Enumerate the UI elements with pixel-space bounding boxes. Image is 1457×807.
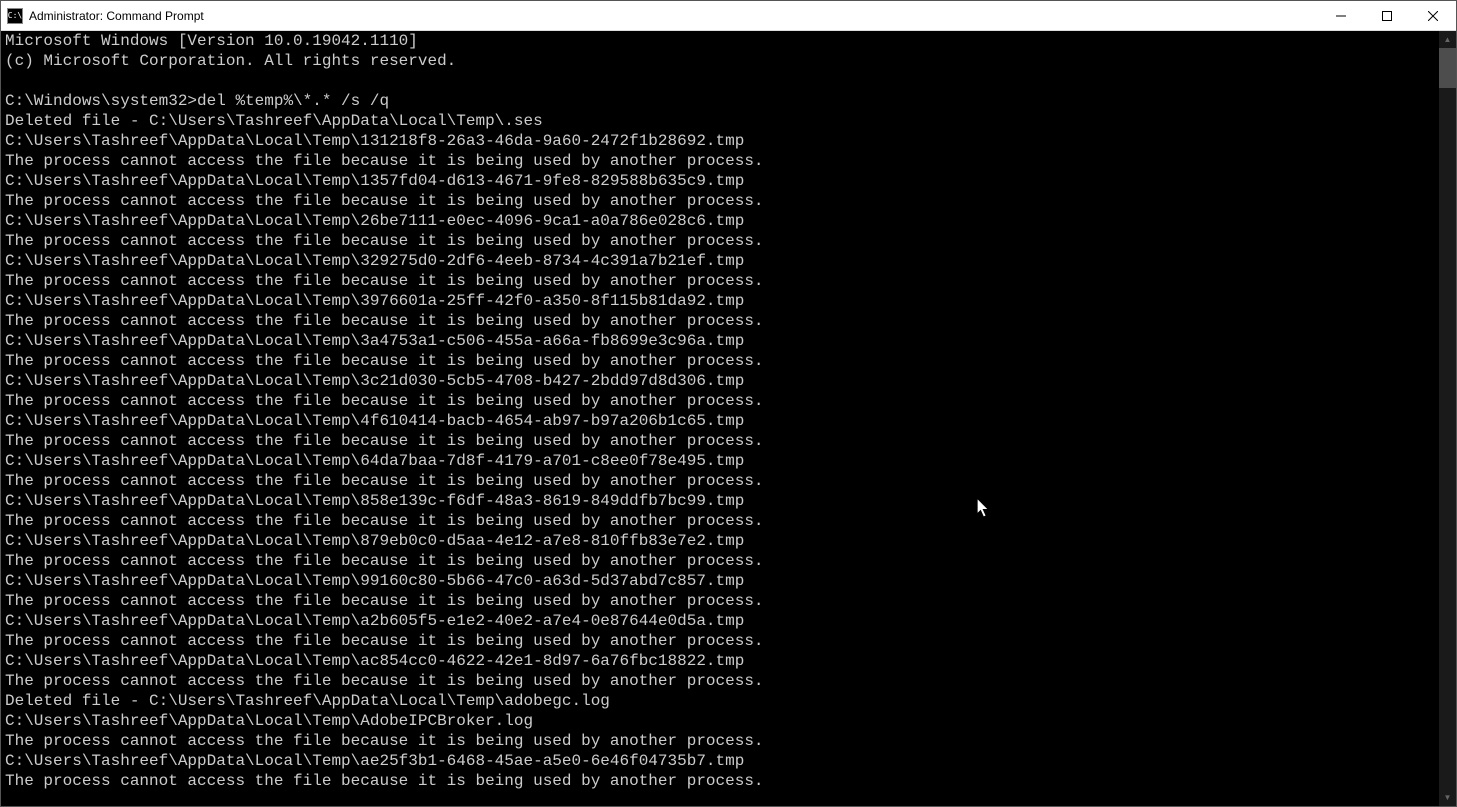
terminal-line: C:\Users\Tashreef\AppData\Local\Temp\4f6…: [5, 411, 1435, 431]
scroll-thumb[interactable]: [1439, 48, 1456, 88]
window-title: Administrator: Command Prompt: [29, 9, 1318, 23]
close-button[interactable]: [1410, 1, 1456, 30]
window-controls: [1318, 1, 1456, 30]
terminal-line: C:\Users\Tashreef\AppData\Local\Temp\329…: [5, 251, 1435, 271]
vertical-scrollbar[interactable]: ▲ ▼: [1439, 31, 1456, 806]
minimize-button[interactable]: [1318, 1, 1364, 30]
scroll-down-arrow[interactable]: ▼: [1439, 789, 1456, 806]
terminal-line: The process cannot access the file becau…: [5, 431, 1435, 451]
terminal-line: Microsoft Windows [Version 10.0.19042.11…: [5, 31, 1435, 51]
terminal-line: The process cannot access the file becau…: [5, 591, 1435, 611]
terminal-line: The process cannot access the file becau…: [5, 351, 1435, 371]
terminal-line: The process cannot access the file becau…: [5, 771, 1435, 791]
typed-command: del %temp%\*.* /s /q: [197, 92, 389, 110]
terminal-line: C:\Users\Tashreef\AppData\Local\Temp\858…: [5, 491, 1435, 511]
terminal-line: C:\Users\Tashreef\AppData\Local\Temp\135…: [5, 171, 1435, 191]
terminal-line: The process cannot access the file becau…: [5, 631, 1435, 651]
terminal-line: The process cannot access the file becau…: [5, 271, 1435, 291]
terminal-output[interactable]: Microsoft Windows [Version 10.0.19042.11…: [1, 31, 1439, 806]
terminal-line: C:\Users\Tashreef\AppData\Local\Temp\a2b…: [5, 611, 1435, 631]
terminal-line: Deleted file - C:\Users\Tashreef\AppData…: [5, 111, 1435, 131]
terminal-line: C:\Users\Tashreef\AppData\Local\Temp\3c2…: [5, 371, 1435, 391]
terminal-line: C:\Users\Tashreef\AppData\Local\Temp\Ado…: [5, 711, 1435, 731]
scroll-up-arrow[interactable]: ▲: [1439, 31, 1456, 48]
terminal-line: C:\Users\Tashreef\AppData\Local\Temp\397…: [5, 291, 1435, 311]
terminal-line: C:\Users\Tashreef\AppData\Local\Temp\64d…: [5, 451, 1435, 471]
terminal-line: The process cannot access the file becau…: [5, 191, 1435, 211]
terminal-line: Deleted file - C:\Users\Tashreef\AppData…: [5, 691, 1435, 711]
terminal-line: C:\Users\Tashreef\AppData\Local\Temp\26b…: [5, 211, 1435, 231]
terminal-line: C:\Users\Tashreef\AppData\Local\Temp\879…: [5, 531, 1435, 551]
terminal-line: The process cannot access the file becau…: [5, 151, 1435, 171]
prompt: C:\Windows\system32>: [5, 92, 197, 110]
terminal-line: The process cannot access the file becau…: [5, 311, 1435, 331]
cmd-icon: C:\: [7, 8, 23, 24]
command-line: C:\Windows\system32>del %temp%\*.* /s /q: [5, 91, 1435, 111]
terminal-line: The process cannot access the file becau…: [5, 511, 1435, 531]
terminal-line: C:\Users\Tashreef\AppData\Local\Temp\ac8…: [5, 651, 1435, 671]
terminal-line: C:\Users\Tashreef\AppData\Local\Temp\3a4…: [5, 331, 1435, 351]
terminal-line: The process cannot access the file becau…: [5, 391, 1435, 411]
maximize-button[interactable]: [1364, 1, 1410, 30]
terminal-line: C:\Users\Tashreef\AppData\Local\Temp\991…: [5, 571, 1435, 591]
terminal-line: The process cannot access the file becau…: [5, 731, 1435, 751]
terminal-line: C:\Users\Tashreef\AppData\Local\Temp\ae2…: [5, 751, 1435, 771]
terminal-line: The process cannot access the file becau…: [5, 471, 1435, 491]
terminal-line: The process cannot access the file becau…: [5, 551, 1435, 571]
terminal-line: The process cannot access the file becau…: [5, 231, 1435, 251]
terminal-line: The process cannot access the file becau…: [5, 671, 1435, 691]
terminal-line: [5, 71, 1435, 91]
terminal-area: Microsoft Windows [Version 10.0.19042.11…: [1, 31, 1456, 806]
titlebar[interactable]: C:\ Administrator: Command Prompt: [1, 1, 1456, 31]
terminal-line: (c) Microsoft Corporation. All rights re…: [5, 51, 1435, 71]
terminal-line: C:\Users\Tashreef\AppData\Local\Temp\131…: [5, 131, 1435, 151]
command-prompt-window: C:\ Administrator: Command Prompt Micros…: [0, 0, 1457, 807]
